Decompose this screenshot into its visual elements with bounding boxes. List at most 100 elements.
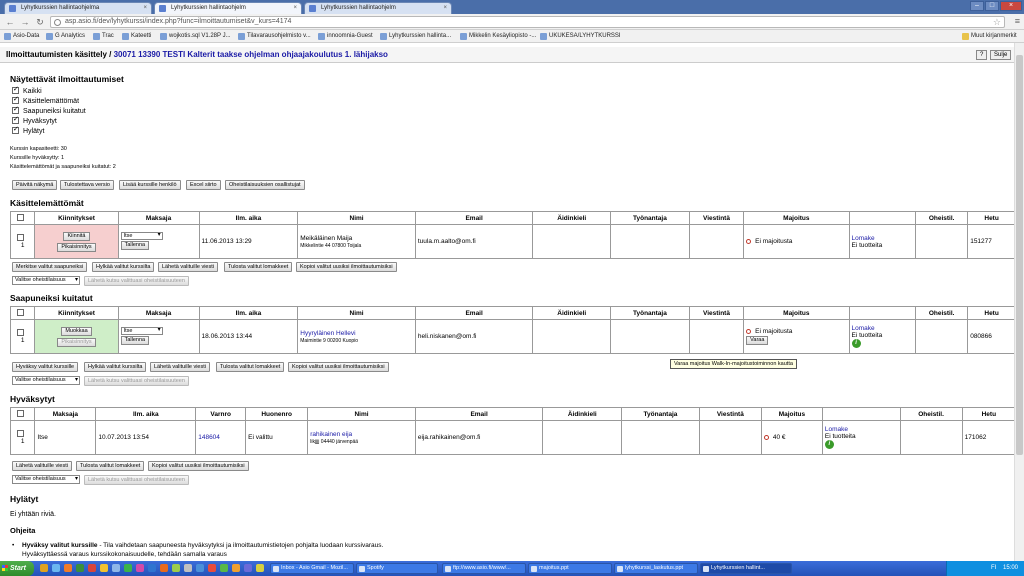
copy-as-new-button[interactable]: Kopioi valitut uusiksi ilmoittautumisiks…: [148, 461, 249, 471]
row-checkbox[interactable]: [17, 430, 25, 437]
quicklaunch-icon[interactable]: [88, 564, 96, 572]
course-link[interactable]: 30071 13390 TESTI Kalterit taakse ohjelm…: [114, 50, 388, 59]
attach-button[interactable]: Kiinnitä: [63, 231, 90, 241]
quicklaunch-icon[interactable]: [172, 564, 180, 572]
forward-arrow-icon[interactable]: →: [19, 16, 31, 28]
side-event-select[interactable]: Valitse oheistilaisuus: [12, 276, 80, 285]
close-tab-icon[interactable]: ×: [293, 3, 297, 13]
close-tab-icon[interactable]: ×: [443, 3, 447, 13]
bookmark-item[interactable]: Kateetti: [122, 32, 151, 41]
person-name-link[interactable]: Hyyryläinen Hellevi: [300, 330, 355, 337]
taskbar-item-active[interactable]: Lyhytkurssien hallint...: [700, 563, 792, 574]
scrollbar-thumb[interactable]: [1016, 55, 1023, 455]
bookmark-item[interactable]: Mikkelin Kesäyliopisto -...: [460, 32, 536, 41]
bookmark-folder-other[interactable]: Muut kirjanmerkit: [962, 32, 1017, 41]
quicklaunch-icon[interactable]: [160, 564, 168, 572]
send-message-button[interactable]: Lähetä valituille viesti: [12, 461, 72, 471]
quicklaunch-icon[interactable]: [52, 564, 60, 572]
quicklaunch-icon[interactable]: [232, 564, 240, 572]
booking-number-link[interactable]: 148604: [198, 434, 220, 441]
accept-button[interactable]: Hyväksy valitut kurssille: [12, 362, 79, 372]
save-button[interactable]: Tallenna: [120, 241, 150, 250]
side-event-select[interactable]: Valitse oheistilaisuus: [12, 475, 80, 484]
maximize-icon[interactable]: □: [985, 1, 999, 11]
close-button[interactable]: Sulje: [990, 50, 1012, 60]
send-message-button[interactable]: Lähetä valituille viesti: [158, 262, 218, 272]
reject-button[interactable]: Hylkää valitut kurssilta: [92, 262, 155, 272]
info-icon[interactable]: i: [824, 440, 834, 449]
checkbox[interactable]: [12, 85, 19, 94]
quicklaunch-icon[interactable]: [64, 564, 72, 572]
copy-as-new-button[interactable]: Kopioi valitut uusiksi ilmoittautumisiks…: [296, 262, 397, 272]
excel-export-button[interactable]: Excel siirto: [186, 180, 221, 190]
person-name-link[interactable]: rahikainen eija: [310, 431, 352, 438]
info-icon[interactable]: i: [851, 339, 861, 348]
bookmark-item[interactable]: Lyhytkurssien hallinta...: [380, 32, 451, 41]
print-forms-button[interactable]: Tulosta valitut lomakkeet: [224, 262, 293, 272]
bookmark-item[interactable]: innoomnia-Guest: [318, 32, 373, 41]
wrench-icon[interactable]: ≡: [1015, 16, 1020, 26]
quicklaunch-icon[interactable]: [208, 564, 216, 572]
add-person-button[interactable]: Lisää kurssille henkilö: [119, 180, 181, 190]
quicklaunch-icon[interactable]: [220, 564, 228, 572]
quick-attach-button[interactable]: Pikaisinnitys: [57, 242, 96, 252]
checkbox[interactable]: [12, 115, 19, 124]
form-link[interactable]: Lomake: [852, 235, 875, 242]
select-all-checkbox[interactable]: [17, 309, 25, 316]
select-all-checkbox[interactable]: [17, 410, 25, 417]
side-event-participants-button[interactable]: Oheistilaisuuksien osallistujat: [225, 180, 305, 190]
select-all-checkbox[interactable]: [17, 214, 25, 221]
quicklaunch-icon[interactable]: [256, 564, 264, 572]
help-button[interactable]: ?: [976, 50, 988, 60]
browser-tab[interactable]: Lyhytkurssien hallintaohjelm ×: [304, 2, 452, 14]
quicklaunch-icon[interactable]: [124, 564, 132, 572]
start-button[interactable]: Start: [0, 561, 34, 576]
quicklaunch-icon[interactable]: [136, 564, 144, 572]
bookmark-item[interactable]: G Analytics: [46, 32, 85, 41]
quicklaunch-icon[interactable]: [112, 564, 120, 572]
bookmark-item[interactable]: Tilavarausohjelmisto v...: [238, 32, 311, 41]
save-button[interactable]: Tallenna: [120, 336, 150, 345]
quicklaunch-icon[interactable]: [196, 564, 204, 572]
print-forms-button[interactable]: Tulosta valitut lomakkeet: [216, 362, 285, 372]
side-event-select[interactable]: Valitse oheistilaisuus: [12, 376, 80, 385]
filter-pending[interactable]: Käsittelemättömät: [12, 95, 79, 106]
row-checkbox[interactable]: [17, 234, 25, 241]
send-message-button[interactable]: Lähetä valituille viesti: [150, 362, 210, 372]
copy-as-new-button[interactable]: Kopioi valitut uusiksi ilmoittautumisiks…: [288, 362, 389, 372]
bookmark-item[interactable]: Trac: [93, 32, 114, 41]
browser-tab-active[interactable]: Lyhytkurssien hallintaohjelm ×: [154, 2, 302, 14]
form-link[interactable]: Lomake: [852, 325, 875, 332]
bookmark-item[interactable]: wojkotis.sql V1.28P J...: [160, 32, 231, 41]
form-link[interactable]: Lomake: [825, 426, 848, 433]
quicklaunch-icon[interactable]: [76, 564, 84, 572]
quicklaunch-icon[interactable]: [244, 564, 252, 572]
reload-icon[interactable]: ↻: [34, 16, 46, 28]
bookmark-star-icon[interactable]: ☆: [993, 17, 1001, 27]
taskbar-item[interactable]: majoitus.ppt: [528, 563, 612, 574]
taskbar-item[interactable]: Inbox - Asio Gmail - Mozil...: [270, 563, 354, 574]
bookmark-item[interactable]: UKUKESA/LYHYTKURSSI: [540, 32, 621, 41]
book-lodging-button[interactable]: Varaa: [746, 335, 769, 345]
bookmark-item[interactable]: Asio-Data: [4, 32, 39, 41]
address-bar[interactable]: asp.asio.fi/dev/lyhytkurssi/index.php?fu…: [50, 16, 1005, 28]
payer-select[interactable]: Itse: [120, 327, 163, 335]
edit-button[interactable]: Muokkaa: [61, 326, 92, 336]
print-version-button[interactable]: Tulostettava versio: [60, 180, 114, 190]
close-tab-icon[interactable]: ×: [143, 3, 147, 13]
quicklaunch-icon[interactable]: [184, 564, 192, 572]
vertical-scrollbar[interactable]: [1014, 43, 1024, 561]
checkbox[interactable]: [12, 95, 19, 104]
reject-button[interactable]: Hylkää valitut kurssilta: [84, 362, 147, 372]
checkbox[interactable]: [12, 105, 19, 114]
quicklaunch-icon[interactable]: [100, 564, 108, 572]
quicklaunch-icon[interactable]: [148, 564, 156, 572]
print-forms-button[interactable]: Tulosta valitut lomakkeet: [76, 461, 145, 471]
taskbar-item[interactable]: lyhytkurssi_laskutus.ppt: [614, 563, 698, 574]
filter-arrived[interactable]: Saapuneiksi kuitatut: [12, 105, 86, 116]
language-indicator[interactable]: FI: [991, 565, 996, 571]
row-checkbox[interactable]: [17, 329, 25, 336]
taskbar-item[interactable]: Spotify: [356, 563, 438, 574]
mark-arrived-button[interactable]: Merkitse valitut saapuneiksi: [12, 262, 88, 272]
payer-select[interactable]: Itse: [120, 232, 163, 240]
